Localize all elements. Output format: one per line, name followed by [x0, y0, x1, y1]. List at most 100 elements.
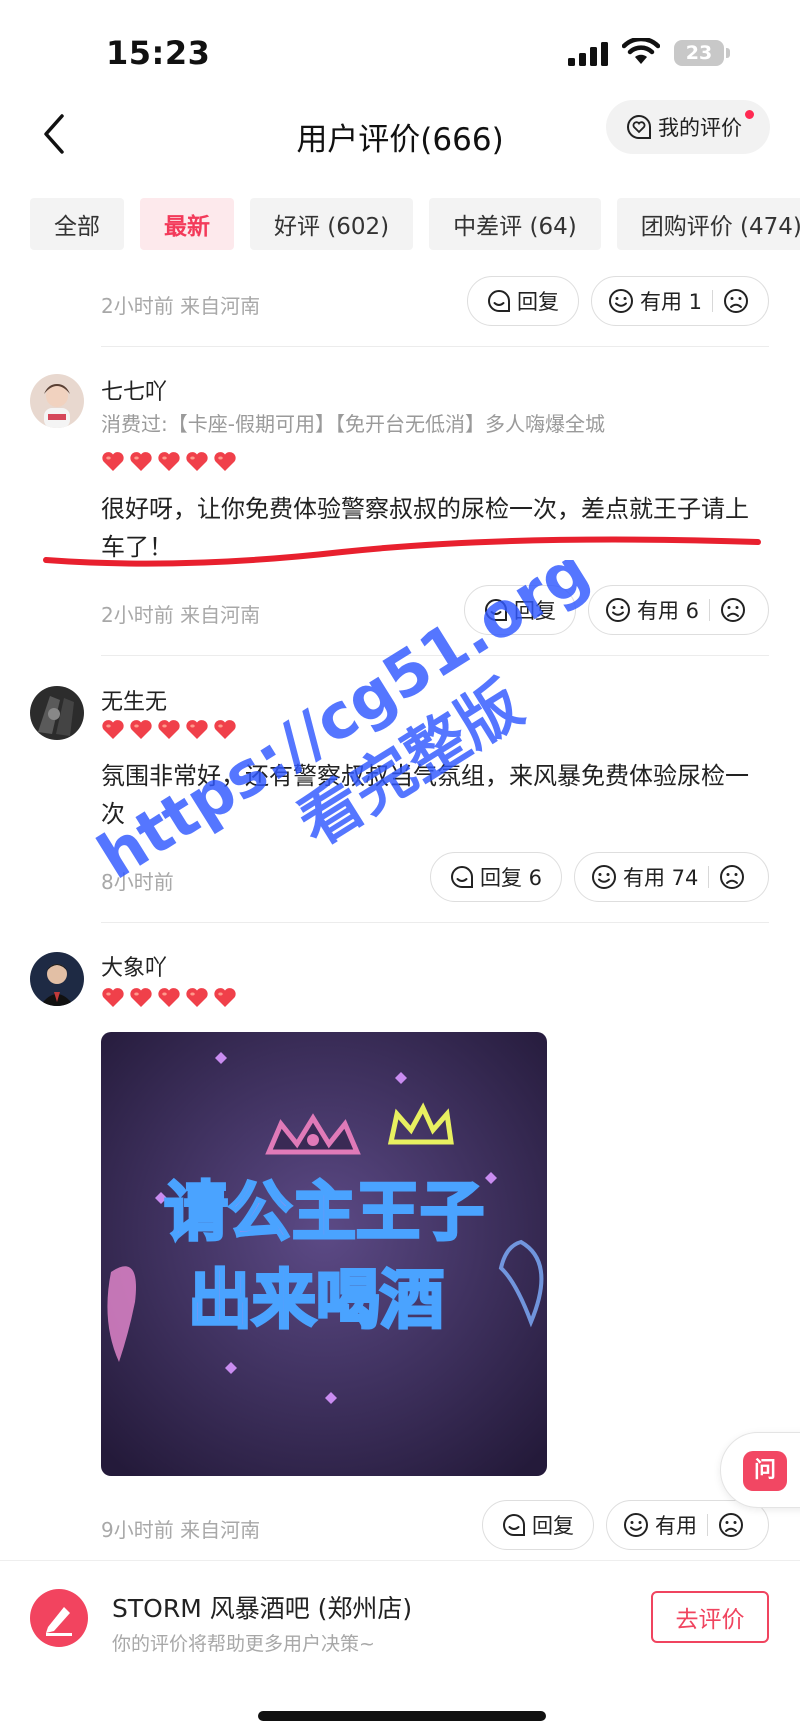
heart-icon — [102, 452, 124, 471]
heart-chat-icon — [627, 114, 651, 139]
frown-icon[interactable] — [719, 864, 745, 890]
avatar-image — [30, 374, 84, 428]
tab-positive[interactable]: 好评 (602) — [250, 198, 414, 250]
pencil-icon — [46, 1607, 72, 1636]
review-time-location: 8小时前 — [101, 870, 174, 894]
review-meta-row: 9小时前 来自河南 回复 有用 — [0, 1500, 800, 1556]
rating-hearts — [101, 718, 237, 742]
tab-group-buy[interactable]: 团购评价 (474) — [616, 198, 800, 250]
useful-button[interactable]: 有用 6 — [588, 585, 769, 635]
heart-icon — [130, 988, 152, 1007]
reply-label: 回复 6 — [479, 866, 543, 890]
review-time-location: 2小时前 来自河南 — [101, 603, 261, 627]
useful-button[interactable]: 有用 — [606, 1500, 769, 1550]
smile-icon — [609, 289, 633, 313]
avatar[interactable] — [30, 952, 84, 1006]
useful-button[interactable]: 有用 74 — [574, 852, 769, 902]
clock: 15:23 — [106, 34, 211, 72]
heart-icon — [186, 720, 208, 739]
nav-bar: 用户评价(666) 我的评价 — [0, 96, 800, 188]
pill-divider — [709, 599, 711, 621]
reply-button[interactable]: 回复 — [482, 1500, 594, 1550]
review-time-location: 2小时前 来自河南 — [101, 294, 261, 318]
review-photo[interactable]: 请公主王子 出来喝酒 — [101, 1032, 547, 1476]
smile-icon — [624, 1513, 648, 1537]
heart-icon — [130, 720, 152, 739]
shop-logo — [30, 1589, 88, 1647]
chat-bubble-icon — [503, 1513, 525, 1536]
notification-dot — [743, 108, 756, 121]
home-indicator[interactable] — [258, 1711, 546, 1721]
useful-label: 有用 74 — [623, 866, 699, 890]
consumed-item[interactable]: 消费过:【卡座-假期可用】【免开台无低消】多人嗨爆全城 — [101, 408, 605, 437]
rating-hearts — [101, 450, 237, 474]
smile-icon — [592, 865, 616, 889]
review-meta-row: 8小时前 回复 6 有用 74 — [0, 852, 800, 908]
wifi-icon — [622, 38, 660, 64]
chat-bubble-icon — [488, 289, 510, 312]
shop-subtitle: 你的评价将帮助更多用户决策~ — [112, 1633, 375, 1655]
heart-icon — [130, 452, 152, 471]
heart-icon — [214, 988, 236, 1007]
useful-label: 有用 — [655, 1514, 697, 1538]
photo-sign-line2: 出来喝酒 — [188, 1264, 444, 1338]
battery-indicator: 23 — [674, 40, 724, 66]
ask-question-button[interactable]: 问 — [720, 1432, 800, 1508]
frown-icon[interactable] — [720, 597, 746, 623]
tab-latest[interactable]: 最新 — [140, 198, 234, 250]
review-meta-row: 2小时前 来自河南 回复 有用 1 — [0, 276, 800, 332]
tab-all[interactable]: 全部 — [30, 198, 124, 250]
battery-tip — [726, 48, 730, 58]
reply-button[interactable]: 回复 — [464, 585, 576, 635]
reply-label: 回复 — [517, 290, 559, 314]
heart-icon — [186, 988, 208, 1007]
tab-negative[interactable]: 中差评 (64) — [429, 198, 601, 250]
review-divider — [101, 346, 769, 347]
reply-button[interactable]: 回复 — [467, 276, 579, 326]
avatar-image — [30, 952, 84, 1006]
filter-tabs: 全部 最新 好评 (602) 中差评 (64) 团购评价 (474) — [30, 198, 800, 250]
frown-icon[interactable] — [723, 288, 749, 314]
write-review-button[interactable]: 去评价 — [651, 1591, 769, 1643]
heart-icon — [214, 452, 236, 471]
ask-icon: 问 — [743, 1451, 787, 1491]
red-underline-annotation — [43, 536, 761, 567]
chat-bubble-icon — [485, 598, 507, 621]
reviewer-name[interactable]: 无生无 — [101, 684, 167, 716]
rating-hearts — [101, 986, 237, 1010]
my-review-label: 我的评价 — [658, 116, 742, 140]
useful-label: 有用 1 — [640, 290, 703, 314]
pill-divider — [708, 866, 710, 888]
useful-label: 有用 6 — [637, 599, 700, 623]
reviewer-name[interactable]: 大象吖 — [101, 950, 167, 982]
cellular-signal-icon — [568, 42, 608, 66]
heart-icon — [102, 720, 124, 739]
my-review-button[interactable]: 我的评价 — [606, 100, 770, 154]
bottom-bar: STORM 风暴酒吧 (郑州店) 你的评价将帮助更多用户决策~ 去评价 — [0, 1560, 800, 1736]
smile-icon — [606, 598, 630, 622]
reviewer-name[interactable]: 七七吖 — [101, 374, 167, 406]
review-meta-row: 2小时前 来自河南 回复 有用 6 — [0, 585, 800, 641]
chat-bubble-icon — [450, 865, 473, 888]
heart-icon — [158, 988, 180, 1007]
status-bar: 15:23 23 — [0, 0, 800, 96]
review-time-location: 9小时前 来自河南 — [101, 1518, 261, 1542]
heart-icon — [186, 452, 208, 471]
pill-divider — [712, 290, 714, 312]
review-divider — [101, 655, 769, 656]
neon-sign-image: 请公主王子 出来喝酒 — [101, 1032, 547, 1476]
avatar-image — [30, 686, 84, 740]
heart-icon — [158, 720, 180, 739]
reply-label: 回复 — [532, 1514, 574, 1538]
shop-name: STORM 风暴酒吧 (郑州店) — [112, 1594, 413, 1623]
useful-button[interactable]: 有用 1 — [591, 276, 769, 326]
avatar[interactable] — [30, 374, 84, 428]
frown-icon[interactable] — [718, 1512, 744, 1538]
review-text: 氛围非常好，还有警察叔叔当气氛组，来风暴免费体验尿检一次 — [101, 762, 749, 828]
avatar[interactable] — [30, 686, 84, 740]
heart-icon — [158, 452, 180, 471]
heart-icon — [214, 720, 236, 739]
reply-button[interactable]: 回复 6 — [430, 852, 562, 902]
reply-label: 回复 — [514, 599, 556, 623]
photo-sign-line1: 请公主王子 — [164, 1176, 484, 1250]
